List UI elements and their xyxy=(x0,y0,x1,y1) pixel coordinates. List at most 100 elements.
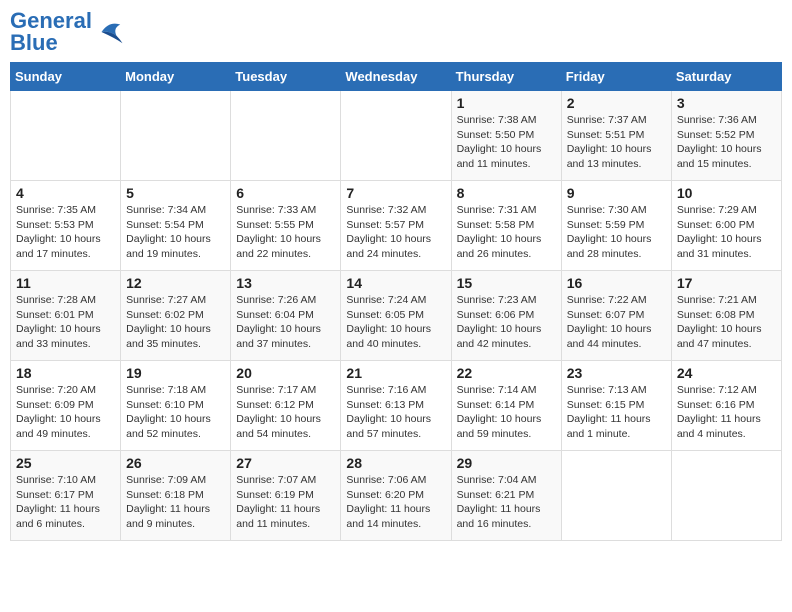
logo-bird-icon xyxy=(94,17,124,47)
day-number: 15 xyxy=(457,275,556,291)
page-header: General Blue xyxy=(10,10,782,54)
day-info: Sunrise: 7:34 AM Sunset: 5:54 PM Dayligh… xyxy=(126,203,225,262)
calendar-cell: 17 Sunrise: 7:21 AM Sunset: 6:08 PM Dayli… xyxy=(671,271,781,361)
calendar-week-row: 4Sunrise: 7:35 AM Sunset: 5:53 PM Daylig… xyxy=(11,181,782,271)
day-number: 9 xyxy=(567,185,666,201)
day-info: Sunrise: 7:22 AM Sunset: 6:07 PM Dayligh… xyxy=(567,293,666,352)
calendar-cell xyxy=(561,451,671,541)
day-number: 13 xyxy=(236,275,335,291)
day-number: 12 xyxy=(126,275,225,291)
calendar-cell: 5 Sunrise: 7:34 AM Sunset: 5:54 PM Daylig… xyxy=(121,181,231,271)
day-info: Sunrise: 7:38 AM Sunset: 5:50 PM Dayligh… xyxy=(457,113,556,172)
day-number: 17 xyxy=(677,275,776,291)
day-info: Sunrise: 7:17 AM Sunset: 6:12 PM Dayligh… xyxy=(236,383,335,442)
day-info: Sunrise: 7:33 AM Sunset: 5:55 PM Dayligh… xyxy=(236,203,335,262)
calendar-cell: 7 Sunrise: 7:32 AM Sunset: 5:57 PM Daylig… xyxy=(341,181,451,271)
day-info: Sunrise: 7:23 AM Sunset: 6:06 PM Dayligh… xyxy=(457,293,556,352)
day-number: 19 xyxy=(126,365,225,381)
calendar-cell: 21 Sunrise: 7:16 AM Sunset: 6:13 PM Dayli… xyxy=(341,361,451,451)
day-info: Sunrise: 7:14 AM Sunset: 6:14 PM Dayligh… xyxy=(457,383,556,442)
day-number: 3 xyxy=(677,95,776,111)
day-info: Sunrise: 7:10 AM Sunset: 6:17 PM Dayligh… xyxy=(16,473,115,532)
calendar-table: SundayMondayTuesdayWednesdayThursdayFrid… xyxy=(10,62,782,541)
calendar-cell: 16 Sunrise: 7:22 AM Sunset: 6:07 PM Dayli… xyxy=(561,271,671,361)
day-number: 6 xyxy=(236,185,335,201)
day-info: Sunrise: 7:13 AM Sunset: 6:15 PM Dayligh… xyxy=(567,383,666,442)
day-info: Sunrise: 7:16 AM Sunset: 6:13 PM Dayligh… xyxy=(346,383,445,442)
weekday-header-cell: Monday xyxy=(121,63,231,91)
calendar-cell: 23 Sunrise: 7:13 AM Sunset: 6:15 PM Dayli… xyxy=(561,361,671,451)
calendar-week-row: 11 Sunrise: 7:28 AM Sunset: 6:01 PM Dayli… xyxy=(11,271,782,361)
weekday-header-cell: Friday xyxy=(561,63,671,91)
calendar-cell xyxy=(671,451,781,541)
day-info: Sunrise: 7:28 AM Sunset: 6:01 PM Dayligh… xyxy=(16,293,115,352)
day-info: Sunrise: 7:07 AM Sunset: 6:19 PM Dayligh… xyxy=(236,473,335,532)
calendar-cell xyxy=(341,91,451,181)
logo-text: General Blue xyxy=(10,10,92,54)
calendar-body: 1 Sunrise: 7:38 AM Sunset: 5:50 PM Daylig… xyxy=(11,91,782,541)
day-number: 11 xyxy=(16,275,115,291)
day-info: Sunrise: 7:37 AM Sunset: 5:51 PM Dayligh… xyxy=(567,113,666,172)
weekday-header-cell: Tuesday xyxy=(231,63,341,91)
logo: General Blue xyxy=(10,10,124,54)
day-info: Sunrise: 7:27 AM Sunset: 6:02 PM Dayligh… xyxy=(126,293,225,352)
calendar-cell: 22 Sunrise: 7:14 AM Sunset: 6:14 PM Dayli… xyxy=(451,361,561,451)
calendar-cell: 8 Sunrise: 7:31 AM Sunset: 5:58 PM Daylig… xyxy=(451,181,561,271)
calendar-cell: 19Sunrise: 7:18 AM Sunset: 6:10 PM Dayli… xyxy=(121,361,231,451)
day-number: 18 xyxy=(16,365,115,381)
day-info: Sunrise: 7:29 AM Sunset: 6:00 PM Dayligh… xyxy=(677,203,776,262)
calendar-cell: 2 Sunrise: 7:37 AM Sunset: 5:51 PM Daylig… xyxy=(561,91,671,181)
calendar-cell: 9 Sunrise: 7:30 AM Sunset: 5:59 PM Daylig… xyxy=(561,181,671,271)
calendar-cell: 1 Sunrise: 7:38 AM Sunset: 5:50 PM Daylig… xyxy=(451,91,561,181)
calendar-cell: 26Sunrise: 7:09 AM Sunset: 6:18 PM Dayli… xyxy=(121,451,231,541)
day-number: 25 xyxy=(16,455,115,471)
day-info: Sunrise: 7:26 AM Sunset: 6:04 PM Dayligh… xyxy=(236,293,335,352)
logo-blue: Blue xyxy=(10,30,58,55)
weekday-header-cell: Sunday xyxy=(11,63,121,91)
day-number: 1 xyxy=(457,95,556,111)
day-number: 8 xyxy=(457,185,556,201)
calendar-cell: 20 Sunrise: 7:17 AM Sunset: 6:12 PM Dayli… xyxy=(231,361,341,451)
calendar-cell: 15 Sunrise: 7:23 AM Sunset: 6:06 PM Dayli… xyxy=(451,271,561,361)
day-number: 5 xyxy=(126,185,225,201)
calendar-cell: 14 Sunrise: 7:24 AM Sunset: 6:05 PM Dayli… xyxy=(341,271,451,361)
day-number: 22 xyxy=(457,365,556,381)
day-info: Sunrise: 7:24 AM Sunset: 6:05 PM Dayligh… xyxy=(346,293,445,352)
calendar-cell: 6 Sunrise: 7:33 AM Sunset: 5:55 PM Daylig… xyxy=(231,181,341,271)
weekday-header-cell: Saturday xyxy=(671,63,781,91)
weekday-header-cell: Wednesday xyxy=(341,63,451,91)
calendar-cell: 18 Sunrise: 7:20 AM Sunset: 6:09 PM Dayli… xyxy=(11,361,121,451)
day-number: 29 xyxy=(457,455,556,471)
day-info: Sunrise: 7:31 AM Sunset: 5:58 PM Dayligh… xyxy=(457,203,556,262)
day-number: 10 xyxy=(677,185,776,201)
day-info: Sunrise: 7:32 AM Sunset: 5:57 PM Dayligh… xyxy=(346,203,445,262)
day-number: 2 xyxy=(567,95,666,111)
day-number: 7 xyxy=(346,185,445,201)
day-number: 23 xyxy=(567,365,666,381)
calendar-cell: 10 Sunrise: 7:29 AM Sunset: 6:00 PM Dayli… xyxy=(671,181,781,271)
day-number: 4 xyxy=(16,185,115,201)
calendar-cell: 24Sunrise: 7:12 AM Sunset: 6:16 PM Dayli… xyxy=(671,361,781,451)
calendar-cell: 27 Sunrise: 7:07 AM Sunset: 6:19 PM Dayli… xyxy=(231,451,341,541)
day-number: 16 xyxy=(567,275,666,291)
day-info: Sunrise: 7:06 AM Sunset: 6:20 PM Dayligh… xyxy=(346,473,445,532)
calendar-cell xyxy=(121,91,231,181)
day-number: 27 xyxy=(236,455,335,471)
calendar-week-row: 25 Sunrise: 7:10 AM Sunset: 6:17 PM Dayli… xyxy=(11,451,782,541)
day-number: 24 xyxy=(677,365,776,381)
day-number: 14 xyxy=(346,275,445,291)
day-number: 21 xyxy=(346,365,445,381)
day-number: 20 xyxy=(236,365,335,381)
day-info: Sunrise: 7:20 AM Sunset: 6:09 PM Dayligh… xyxy=(16,383,115,442)
day-info: Sunrise: 7:36 AM Sunset: 5:52 PM Dayligh… xyxy=(677,113,776,172)
day-info: Sunrise: 7:04 AM Sunset: 6:21 PM Dayligh… xyxy=(457,473,556,532)
calendar-cell: 25 Sunrise: 7:10 AM Sunset: 6:17 PM Dayli… xyxy=(11,451,121,541)
day-info: Sunrise: 7:21 AM Sunset: 6:08 PM Dayligh… xyxy=(677,293,776,352)
calendar-cell: 29 Sunrise: 7:04 AM Sunset: 6:21 PM Dayli… xyxy=(451,451,561,541)
calendar-week-row: 18 Sunrise: 7:20 AM Sunset: 6:09 PM Dayli… xyxy=(11,361,782,451)
calendar-cell: 3 Sunrise: 7:36 AM Sunset: 5:52 PM Daylig… xyxy=(671,91,781,181)
day-number: 28 xyxy=(346,455,445,471)
day-info: Sunrise: 7:30 AM Sunset: 5:59 PM Dayligh… xyxy=(567,203,666,262)
weekday-header-cell: Thursday xyxy=(451,63,561,91)
calendar-cell: 12 Sunrise: 7:27 AM Sunset: 6:02 PM Dayli… xyxy=(121,271,231,361)
